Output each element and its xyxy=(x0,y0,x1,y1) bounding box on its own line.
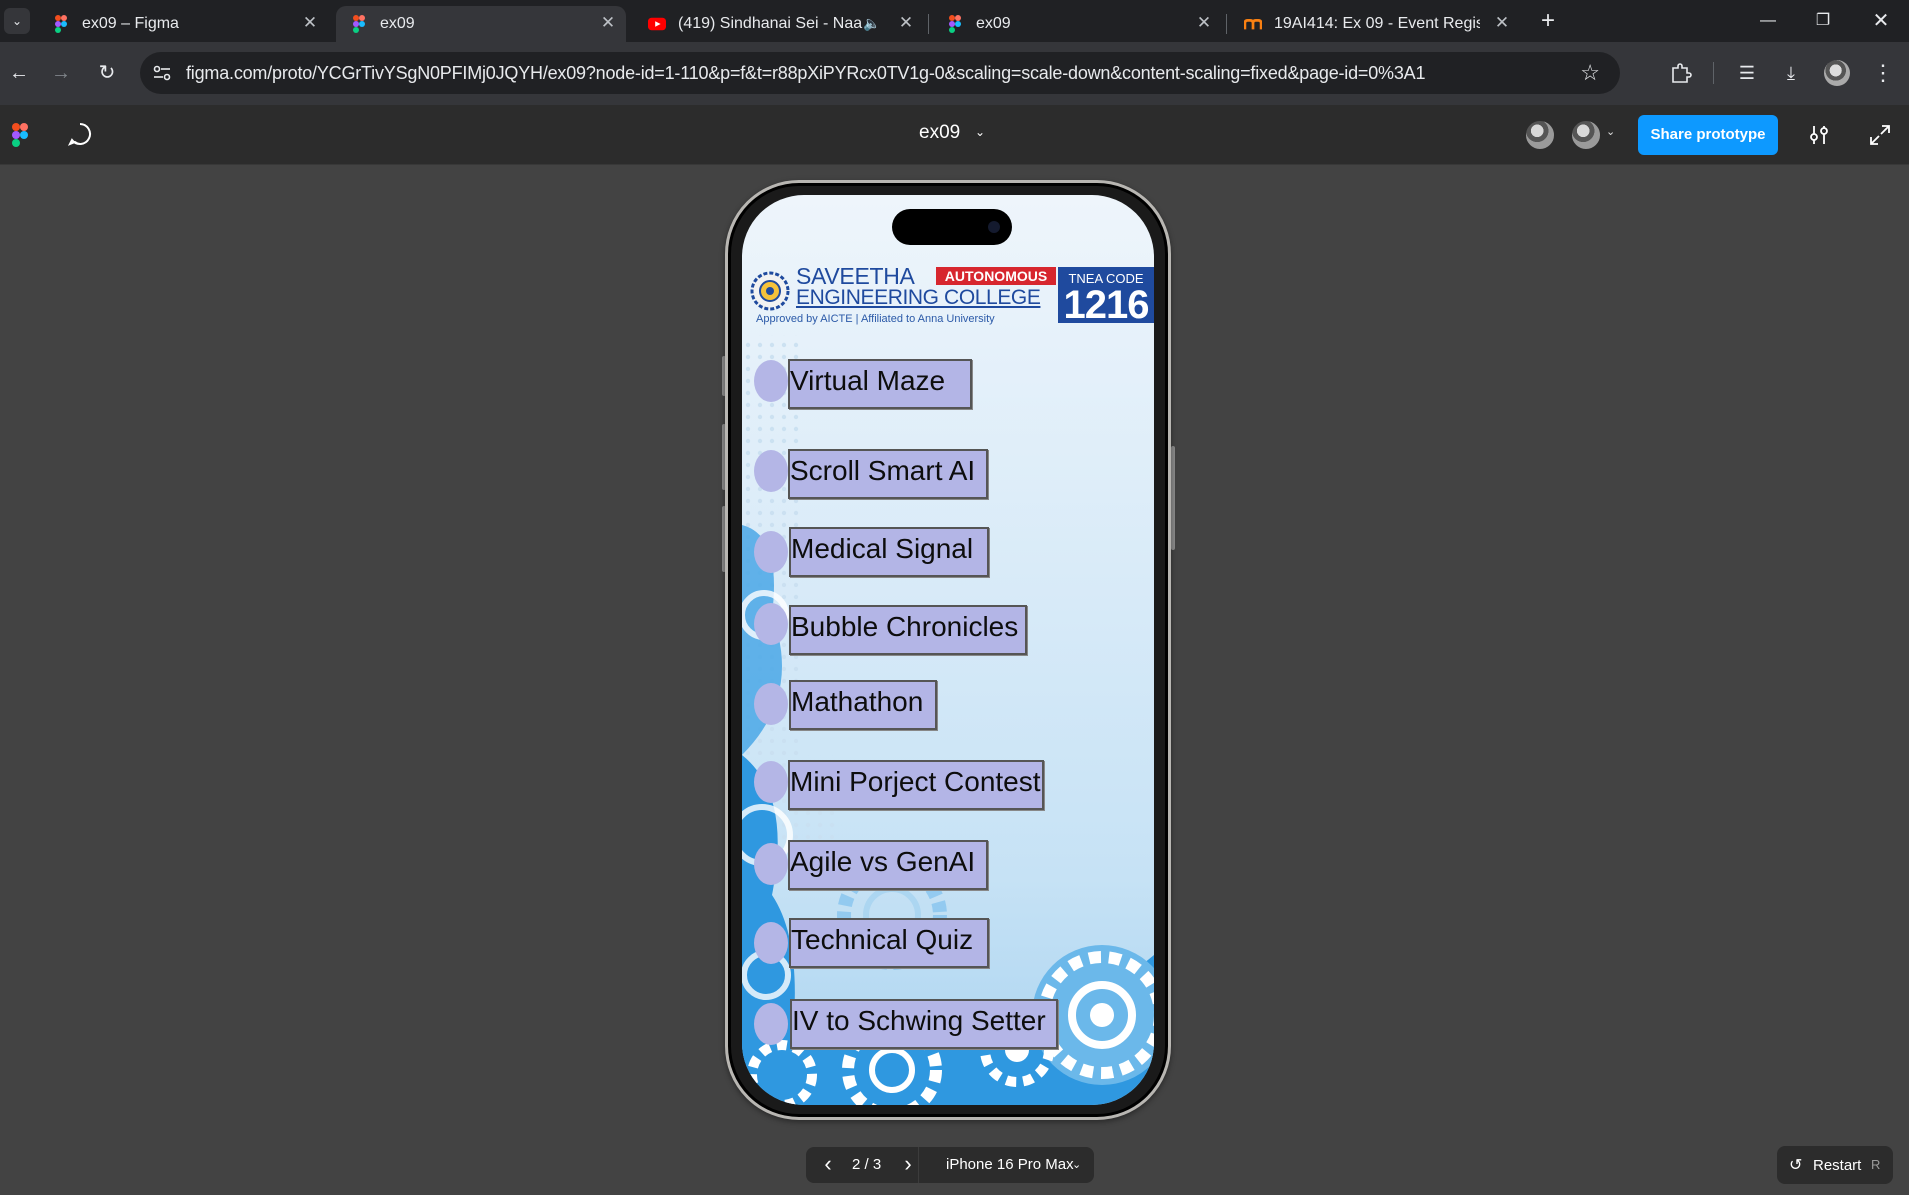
college-name-line2: ENGINEERING COLLEGE xyxy=(796,286,1041,309)
settings-sliders-icon[interactable] xyxy=(1805,121,1833,149)
prototype-pager: ‹ 2 / 3 › iPhone 16 Pro Max ⌄ xyxy=(806,1147,1094,1183)
chevron-down-icon[interactable]: ⌄ xyxy=(1606,125,1615,138)
event-bubble-chronicles[interactable]: Bubble Chronicles xyxy=(789,605,1027,655)
more-menu-icon[interactable]: ⋮ xyxy=(1866,56,1900,90)
event-radio[interactable] xyxy=(754,761,788,803)
restart-shortcut: R xyxy=(1871,1157,1881,1172)
browser-toolbar: ← → ↻ figma.com/proto/YCGrTivYSgN0PFIMj0… xyxy=(0,42,1909,105)
event-radio[interactable] xyxy=(754,922,788,964)
prototype-title[interactable]: ex09 xyxy=(919,122,960,144)
speaker-icon[interactable]: 🔈 xyxy=(862,13,882,33)
tab-title: ex09 xyxy=(976,15,1011,32)
new-tab-button[interactable]: + xyxy=(1534,8,1562,36)
close-icon[interactable]: ✕ xyxy=(896,13,916,33)
figma-icon xyxy=(55,15,67,33)
site-settings-icon[interactable] xyxy=(150,61,174,85)
share-prototype-button[interactable]: Share prototype xyxy=(1638,115,1778,155)
restore-window-icon[interactable]: ❐ xyxy=(1803,6,1843,36)
event-technical-quiz[interactable]: Technical Quiz xyxy=(789,918,989,968)
url-text[interactable]: figma.com/proto/YCGrTivYSgN0PFIMj0JQYH/e… xyxy=(186,63,1425,84)
tab-title: ex09 xyxy=(380,15,415,32)
toolbar-separator xyxy=(1713,62,1714,84)
tnea-code-badge: TNEA CODE 1216 xyxy=(1058,267,1154,327)
close-window-icon[interactable]: ✕ xyxy=(1861,6,1901,36)
tab-ex09-2[interactable]: ex09 ✕ xyxy=(932,6,1222,42)
autonomous-badge: AUTONOMOUS xyxy=(936,267,1056,285)
media-control-icon[interactable]: ☰ xyxy=(1730,56,1764,90)
college-name: SAVEETHA xyxy=(796,263,915,289)
bookmark-star-icon[interactable]: ☆ xyxy=(1580,60,1600,86)
close-icon[interactable]: ✕ xyxy=(598,13,618,33)
forward-icon[interactable]: → xyxy=(44,56,78,90)
close-icon[interactable]: ✕ xyxy=(1194,13,1214,33)
event-radio[interactable] xyxy=(754,603,788,645)
tab-ex09-figma[interactable]: ex09 – Figma ✕ xyxy=(38,6,328,42)
college-seal-icon xyxy=(750,271,790,311)
browser-tab-strip: ⌄ ex09 – Figma ✕ ex09 ✕ (419) Sindhanai … xyxy=(0,0,1909,42)
profile-avatar-icon[interactable] xyxy=(1820,56,1854,90)
figma-icon xyxy=(949,15,961,33)
tab-title: 19AI414: Ex 09 - Event Registrat xyxy=(1274,15,1480,32)
event-radio[interactable] xyxy=(754,843,788,885)
reload-icon[interactable]: ↻ xyxy=(90,56,124,90)
restart-button[interactable]: ↺ Restart R xyxy=(1777,1146,1893,1184)
close-icon[interactable]: ✕ xyxy=(300,13,320,33)
event-scroll-smart-ai[interactable]: Scroll Smart AI xyxy=(788,449,988,499)
event-iv-to-schwing-setter[interactable]: IV to Schwing Setter xyxy=(790,999,1058,1049)
minimize-icon[interactable]: — xyxy=(1748,6,1788,36)
phone-side-button xyxy=(1171,446,1175,550)
extensions-icon[interactable] xyxy=(1664,56,1698,90)
figma-icon xyxy=(353,15,365,33)
tab-ex09-active[interactable]: ex09 ✕ xyxy=(336,6,626,42)
tab-title: ex09 – Figma xyxy=(82,15,179,32)
avatar[interactable] xyxy=(1524,119,1556,151)
camera-icon xyxy=(988,221,1000,233)
event-radio[interactable] xyxy=(754,1003,788,1045)
chevron-down-icon[interactable]: ⌄ xyxy=(975,125,985,139)
event-radio[interactable] xyxy=(754,360,788,402)
restart-label: Restart xyxy=(1813,1157,1862,1174)
previous-frame-icon[interactable]: ‹ xyxy=(816,1153,840,1177)
figma-logo-icon[interactable] xyxy=(12,123,28,147)
page-indicator: 2 / 3 xyxy=(852,1156,882,1173)
event-mathathon[interactable]: Mathathon xyxy=(789,680,937,730)
event-radio[interactable] xyxy=(754,531,788,573)
college-logo-header: SAVEETHA AUTONOMOUS ENGINEERING COLLEGE … xyxy=(750,263,1154,329)
chevron-down-icon[interactable]: ⌄ xyxy=(1072,1158,1081,1171)
tab-search-chevron-icon[interactable]: ⌄ xyxy=(4,8,30,34)
address-bar[interactable]: figma.com/proto/YCGrTivYSgN0PFIMj0JQYH/e… xyxy=(140,52,1620,94)
back-icon[interactable]: ← xyxy=(2,56,36,90)
tnea-code: 1216 xyxy=(1063,283,1150,327)
event-radio[interactable] xyxy=(754,450,788,492)
tab-separator xyxy=(928,14,929,34)
download-icon[interactable]: ⤓ xyxy=(1774,56,1808,90)
event-radio[interactable] xyxy=(754,683,788,725)
tab-youtube[interactable]: (419) Sindhanai Sei - Naa K 🔈 ✕ xyxy=(634,6,924,42)
expand-icon[interactable] xyxy=(1866,121,1894,149)
close-icon[interactable]: ✕ xyxy=(1492,13,1512,33)
figma-prototype-toolbar: ex09 ⌄ ⌄ Share prototype xyxy=(0,105,1909,165)
event-medical-signal[interactable]: Medical Signal xyxy=(789,527,989,577)
event-mini-project-contest[interactable]: Mini Porject Contest xyxy=(788,760,1044,810)
pager-separator xyxy=(918,1147,919,1183)
comment-icon[interactable] xyxy=(66,120,94,148)
next-frame-icon[interactable]: › xyxy=(896,1153,920,1177)
device-select[interactable]: iPhone 16 Pro Max xyxy=(946,1156,1074,1173)
moodle-icon xyxy=(1244,19,1262,30)
tab-moodle[interactable]: 19AI414: Ex 09 - Event Registrat ✕ xyxy=(1230,6,1520,42)
event-agile-vs-genai[interactable]: Agile vs GenAI xyxy=(788,840,988,890)
event-virtual-maze[interactable]: Virtual Maze xyxy=(788,359,972,409)
tab-title: (419) Sindhanai Sei - Naa K xyxy=(678,15,866,32)
prototype-screen[interactable]: SAVEETHA AUTONOMOUS ENGINEERING COLLEGE … xyxy=(742,195,1154,1105)
restart-icon: ↺ xyxy=(1789,1157,1803,1174)
approval-text: Approved by AICTE | Affiliated to Anna U… xyxy=(756,313,995,325)
youtube-icon xyxy=(648,17,666,31)
iphone-frame: SAVEETHA AUTONOMOUS ENGINEERING COLLEGE … xyxy=(725,180,1171,1120)
avatar[interactable] xyxy=(1570,119,1602,151)
tab-separator xyxy=(1226,14,1227,34)
dynamic-island xyxy=(892,209,1012,245)
